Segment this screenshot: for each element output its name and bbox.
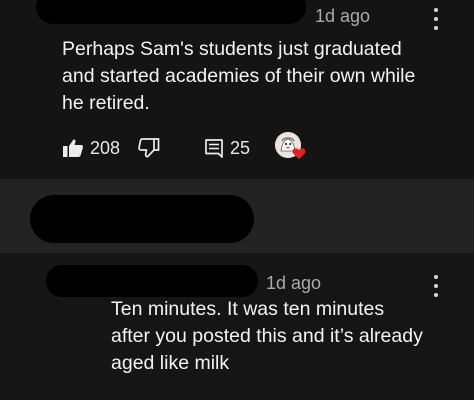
- reply-card: 1d ago Ten minutes. It was ten minutes a…: [0, 253, 474, 400]
- dislike-button[interactable]: [138, 138, 160, 158]
- reply-count: 25: [230, 137, 251, 158]
- comment-timestamp: 1d ago: [315, 6, 371, 26]
- comment-icon: [205, 139, 223, 158]
- more-vertical-icon: [434, 275, 438, 279]
- reply-timestamp: 1d ago: [266, 273, 322, 293]
- comment-card: 1d ago Perhaps Sam's students just gradu…: [0, 0, 474, 179]
- reply-menu-button[interactable]: [431, 275, 441, 297]
- comment-actions: 208 25: [62, 136, 250, 160]
- like-button[interactable]: 208: [62, 138, 120, 159]
- redacted-content: [30, 195, 254, 243]
- reply-text: Ten minutes. It was ten minutes after yo…: [111, 298, 423, 374]
- comment-text: Perhaps Sam's students just graduated an…: [62, 38, 416, 114]
- replies-button[interactable]: 25: [204, 138, 250, 159]
- thumbs-up-icon: [63, 139, 84, 157]
- more-vertical-icon: [434, 8, 438, 12]
- heart-icon: [292, 148, 306, 160]
- comment-menu-button[interactable]: [431, 8, 441, 30]
- redacted-username: [36, 0, 306, 24]
- thumbs-down-icon: [138, 138, 160, 158]
- creator-heart-badge[interactable]: [275, 132, 306, 162]
- redacted-username: [46, 265, 258, 297]
- like-count: 208: [90, 137, 121, 158]
- reply-separator: [0, 179, 474, 253]
